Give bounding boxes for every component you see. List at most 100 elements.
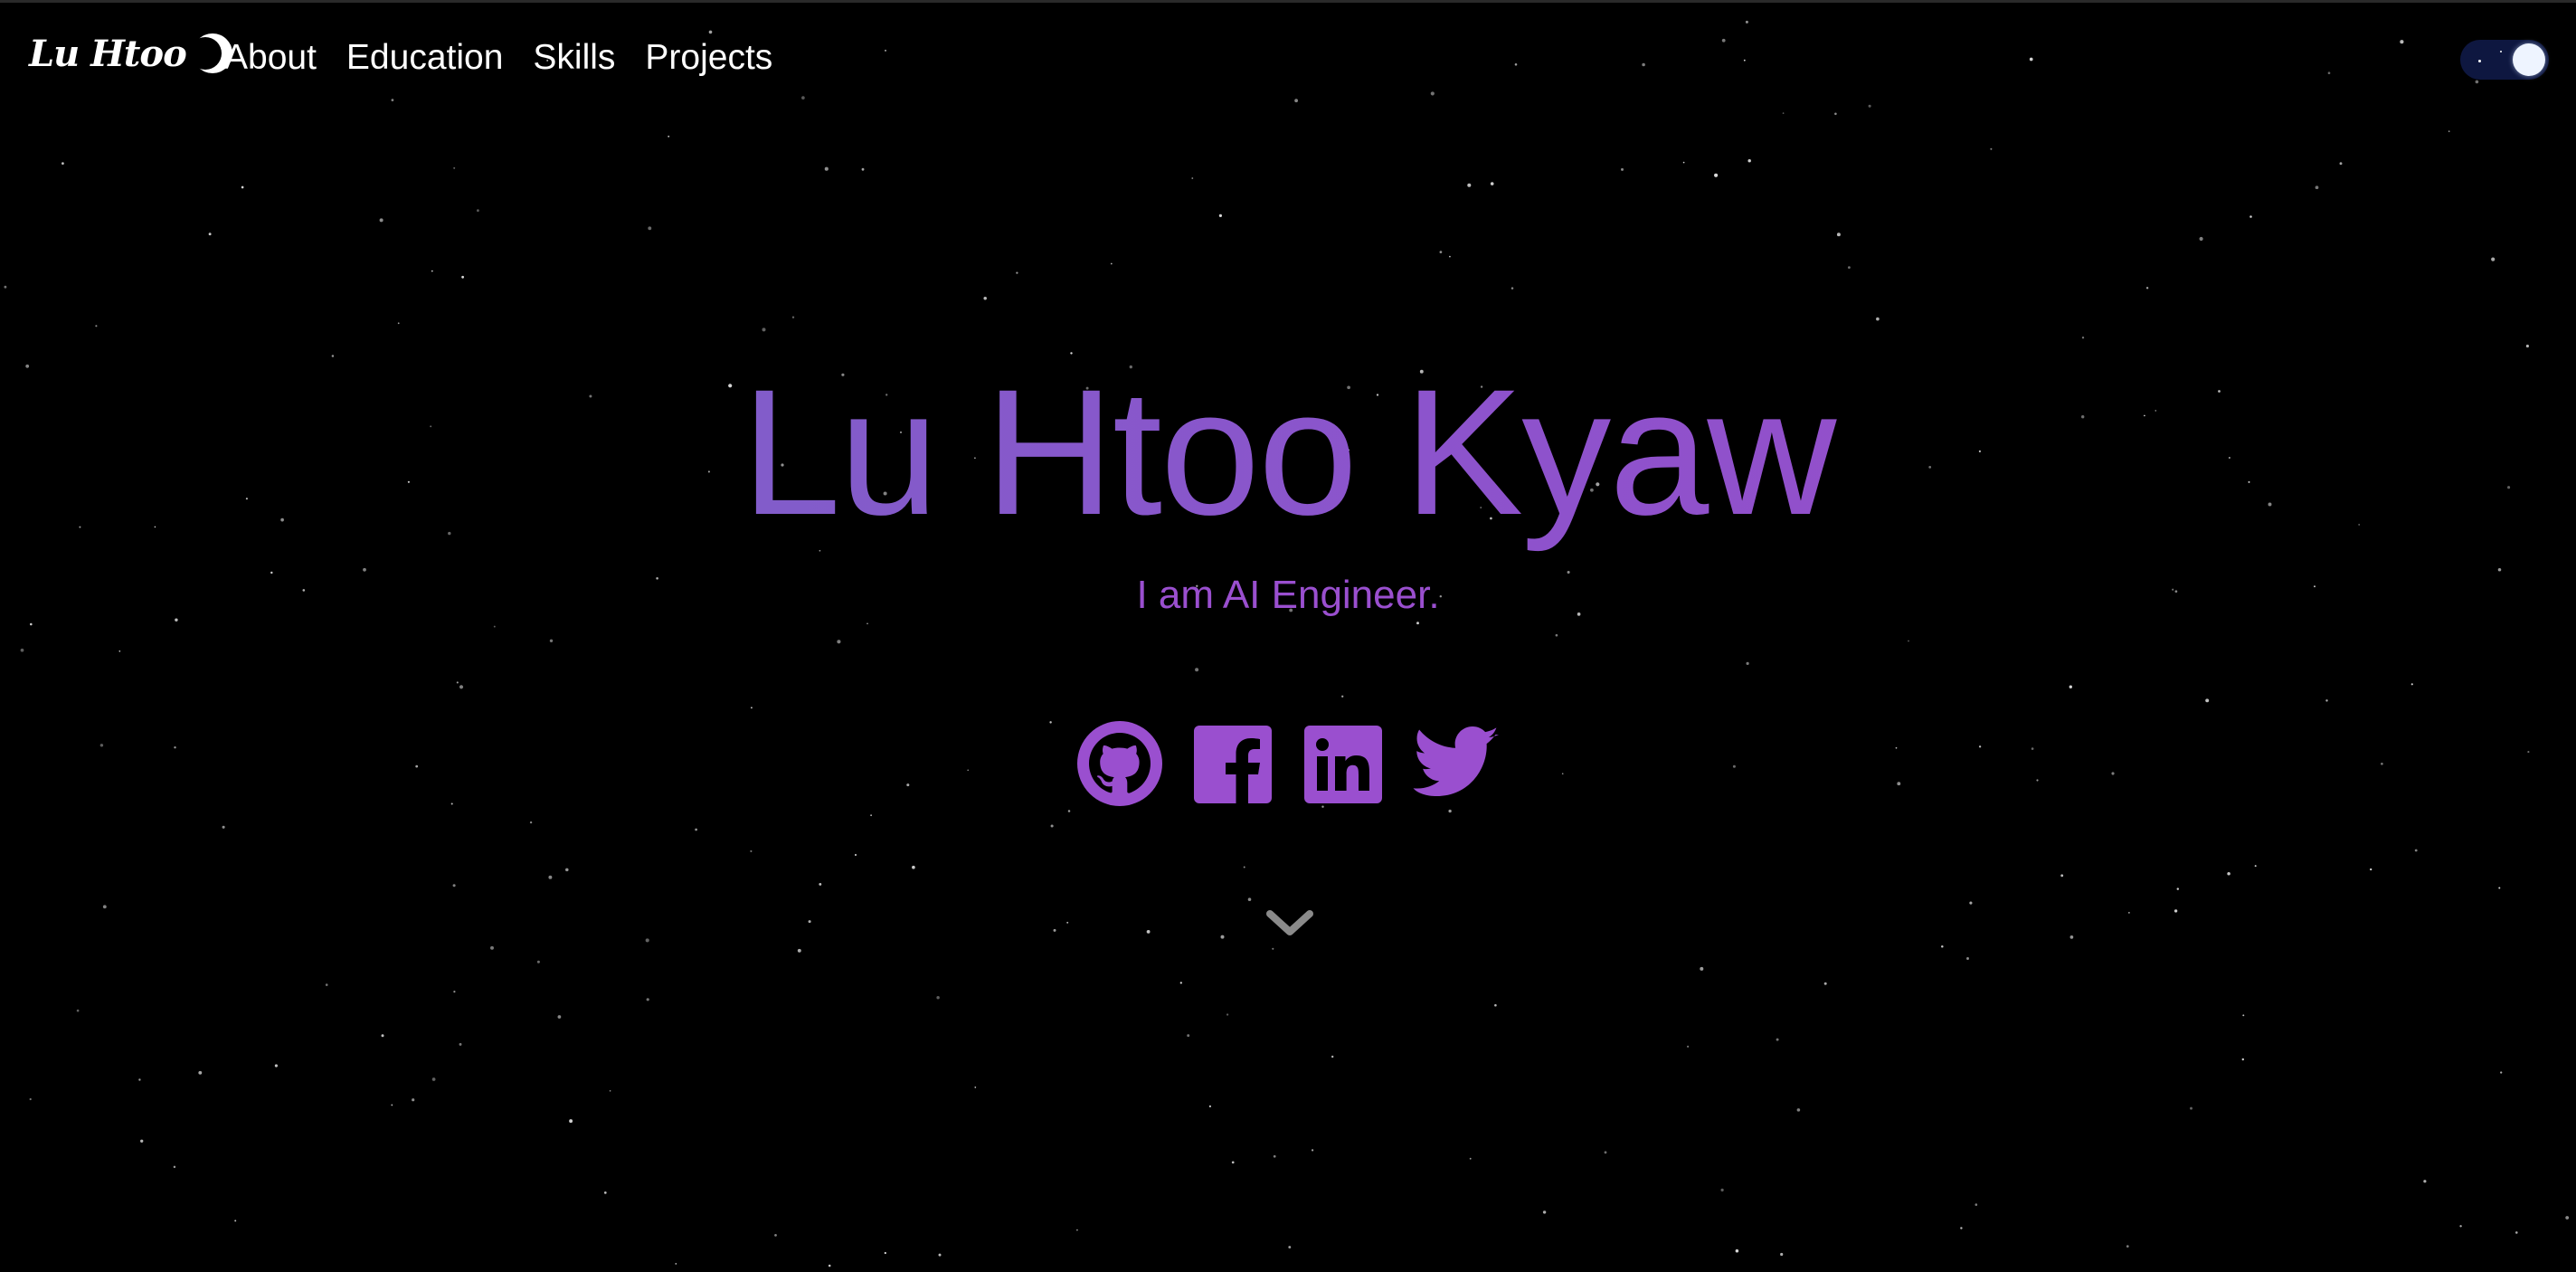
star: [1796, 1108, 1801, 1112]
star: [1876, 317, 1880, 321]
star: [4, 285, 7, 289]
star: [140, 1139, 144, 1143]
star: [174, 746, 176, 749]
star: [2527, 751, 2530, 754]
star: [854, 853, 857, 857]
star: [1448, 809, 1452, 813]
star: [675, 1263, 677, 1265]
star: [837, 640, 841, 644]
star: [2031, 747, 2034, 750]
star: [1449, 255, 1451, 258]
brand-text: Lu Htoo: [29, 32, 187, 75]
star: [99, 744, 104, 747]
nav-link-education[interactable]: Education: [346, 33, 503, 83]
chevron-down-icon[interactable]: [1263, 905, 1317, 941]
star: [1067, 810, 1071, 812]
star: [603, 1191, 607, 1194]
star: [1700, 966, 1704, 971]
star: [379, 218, 384, 223]
star: [1050, 824, 1054, 828]
linkedin-icon[interactable]: [1304, 726, 1382, 803]
twitter-icon[interactable]: [1413, 726, 1500, 802]
star: [1439, 251, 1443, 253]
brand-logo[interactable]: Lu Htoo: [29, 31, 235, 76]
star: [1897, 782, 1901, 786]
star: [1561, 773, 1564, 775]
nav-link-about[interactable]: About: [224, 33, 317, 83]
star: [391, 1104, 393, 1106]
star: [453, 991, 456, 993]
star: [138, 1078, 141, 1081]
star: [1195, 668, 1199, 672]
star: [1746, 661, 1749, 666]
star: [1978, 745, 1982, 748]
star: [2498, 887, 2501, 889]
star: [548, 875, 553, 879]
facebook-icon[interactable]: [1194, 726, 1272, 803]
star: [1542, 1210, 1547, 1214]
star: [645, 938, 649, 943]
star: [1747, 158, 1751, 163]
star: [1555, 633, 1558, 637]
star: [1908, 640, 1909, 642]
star: [2081, 337, 2085, 339]
star: [1732, 764, 1736, 768]
star: [861, 167, 865, 171]
star: [565, 868, 569, 872]
star: [222, 825, 225, 829]
star: [412, 1098, 415, 1102]
nav-links: About Education Skills Projects: [224, 33, 802, 83]
social-links: [1076, 720, 1501, 807]
star: [118, 650, 121, 652]
star: [198, 1070, 203, 1075]
star: [1720, 1188, 1724, 1192]
star: [967, 769, 969, 772]
star: [808, 920, 811, 924]
star: [2036, 779, 2039, 782]
star: [2423, 1180, 2427, 1183]
star: [490, 945, 494, 950]
star: [2370, 868, 2372, 871]
star: [609, 1089, 611, 1092]
star: [2525, 344, 2529, 348]
star: [76, 1009, 80, 1012]
hero-name: Lu Htoo Kyaw: [0, 353, 2576, 552]
star: [2145, 287, 2149, 290]
star: [2315, 185, 2319, 190]
nav-link-skills[interactable]: Skills: [533, 33, 615, 83]
star: [1490, 182, 1494, 185]
star: [648, 226, 652, 231]
star: [381, 1034, 384, 1038]
star: [274, 1064, 278, 1068]
star: [884, 1251, 886, 1255]
star: [1220, 935, 1225, 939]
star: [819, 882, 822, 886]
star: [1247, 897, 1252, 901]
star: [751, 707, 753, 709]
toggle-star-icon: [2500, 51, 2502, 52]
star: [102, 905, 107, 909]
star: [2339, 162, 2343, 166]
star: [1836, 233, 1841, 237]
star: [1288, 1246, 1292, 1248]
star: [797, 948, 801, 953]
theme-toggle[interactable]: [2460, 40, 2549, 80]
github-icon[interactable]: [1076, 720, 1163, 807]
star: [912, 865, 915, 869]
star: [459, 1042, 462, 1046]
star: [431, 270, 433, 272]
star: [1511, 287, 1514, 290]
star: [2174, 909, 2178, 913]
nav-link-projects[interactable]: Projects: [645, 33, 772, 83]
star: [1494, 1003, 1497, 1007]
star: [2242, 1014, 2245, 1017]
star: [1272, 947, 1274, 950]
star: [1110, 262, 1113, 265]
star: [938, 1253, 942, 1257]
star: [791, 316, 795, 318]
star: [2126, 1245, 2129, 1248]
star: [234, 1220, 237, 1222]
star: [2069, 685, 2072, 688]
star: [1776, 1038, 1779, 1041]
star: [1066, 921, 1069, 924]
